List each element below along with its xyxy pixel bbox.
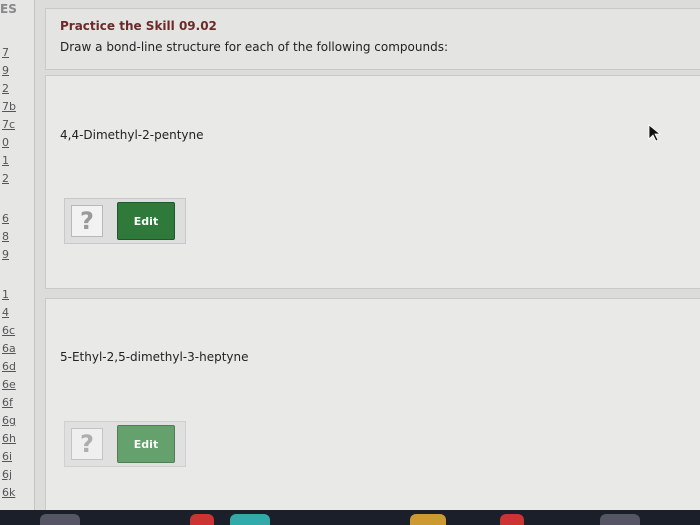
sidebar-link[interactable]: 9 — [2, 248, 9, 261]
sidebar-link[interactable]: 7c — [2, 118, 15, 131]
sidebar-header: ES — [0, 2, 17, 16]
sidebar-link[interactable]: 7b — [2, 100, 16, 113]
page-title: Practice the Skill 09.02 — [60, 19, 217, 33]
sidebar-link[interactable]: 6a — [2, 342, 16, 355]
edit-button[interactable]: Edit — [117, 202, 175, 240]
sidebar-link[interactable]: 6 — [2, 212, 9, 225]
sidebar-link[interactable]: 4 — [2, 306, 9, 319]
main-content: Practice the Skill 09.02 Draw a bond-lin… — [34, 0, 700, 512]
question-card: 4,4-Dimethyl-2-pentyne ? Edit — [45, 75, 700, 289]
sidebar-link[interactable]: 0 — [2, 136, 9, 149]
sidebar-link[interactable]: 2 — [2, 82, 9, 95]
instructions: Draw a bond-line structure for each of t… — [60, 40, 449, 54]
unanswered-question-icon: ? — [71, 205, 103, 237]
answer-drawing-box: ? Edit — [64, 421, 186, 467]
sidebar-link[interactable]: 1 — [2, 288, 9, 301]
sidebar-link[interactable]: 7 — [2, 46, 9, 59]
sidebar-link[interactable]: 6h — [2, 432, 16, 445]
sidebar-link[interactable]: 6c — [2, 324, 15, 337]
sidebar-link[interactable]: 6d — [2, 360, 16, 373]
sidebar-link[interactable]: 1 — [2, 154, 9, 167]
unanswered-question-icon: ? — [71, 428, 103, 460]
dock-icon[interactable] — [230, 514, 270, 525]
edit-button[interactable]: Edit — [117, 425, 175, 463]
sidebar-link[interactable]: 2 — [2, 172, 9, 185]
dock-icon[interactable] — [190, 514, 214, 525]
mouse-cursor-icon — [648, 124, 662, 142]
dock-icon[interactable] — [40, 514, 80, 525]
sidebar-link[interactable]: 6e — [2, 378, 16, 391]
dock-icon[interactable] — [410, 514, 446, 525]
sidebar-link[interactable]: 6j — [2, 468, 12, 481]
sidebar-link[interactable]: 6g — [2, 414, 16, 427]
sidebar-link[interactable]: 6k — [2, 486, 15, 499]
sidebar-link[interactable]: 6f — [2, 396, 13, 409]
compound-name: 5-Ethyl-2,5-dimethyl-3-heptyne — [60, 350, 249, 364]
sidebar-link[interactable]: 9 — [2, 64, 9, 77]
question-card: 5-Ethyl-2,5-dimethyl-3-heptyne ? Edit — [45, 298, 700, 512]
sidebar-nav: ES 7 9 2 7b 7c 0 1 2 6 8 9 1 4 6c 6a 6d … — [0, 0, 34, 510]
sidebar-link[interactable]: 6i — [2, 450, 12, 463]
sidebar-link[interactable]: 8 — [2, 230, 9, 243]
dock-icon[interactable] — [600, 514, 640, 525]
answer-drawing-box: ? Edit — [64, 198, 186, 244]
compound-name: 4,4-Dimethyl-2-pentyne — [60, 128, 204, 142]
taskbar — [0, 510, 700, 525]
dock-icon[interactable] — [500, 514, 524, 525]
assignment-header: Practice the Skill 09.02 Draw a bond-lin… — [45, 8, 700, 70]
